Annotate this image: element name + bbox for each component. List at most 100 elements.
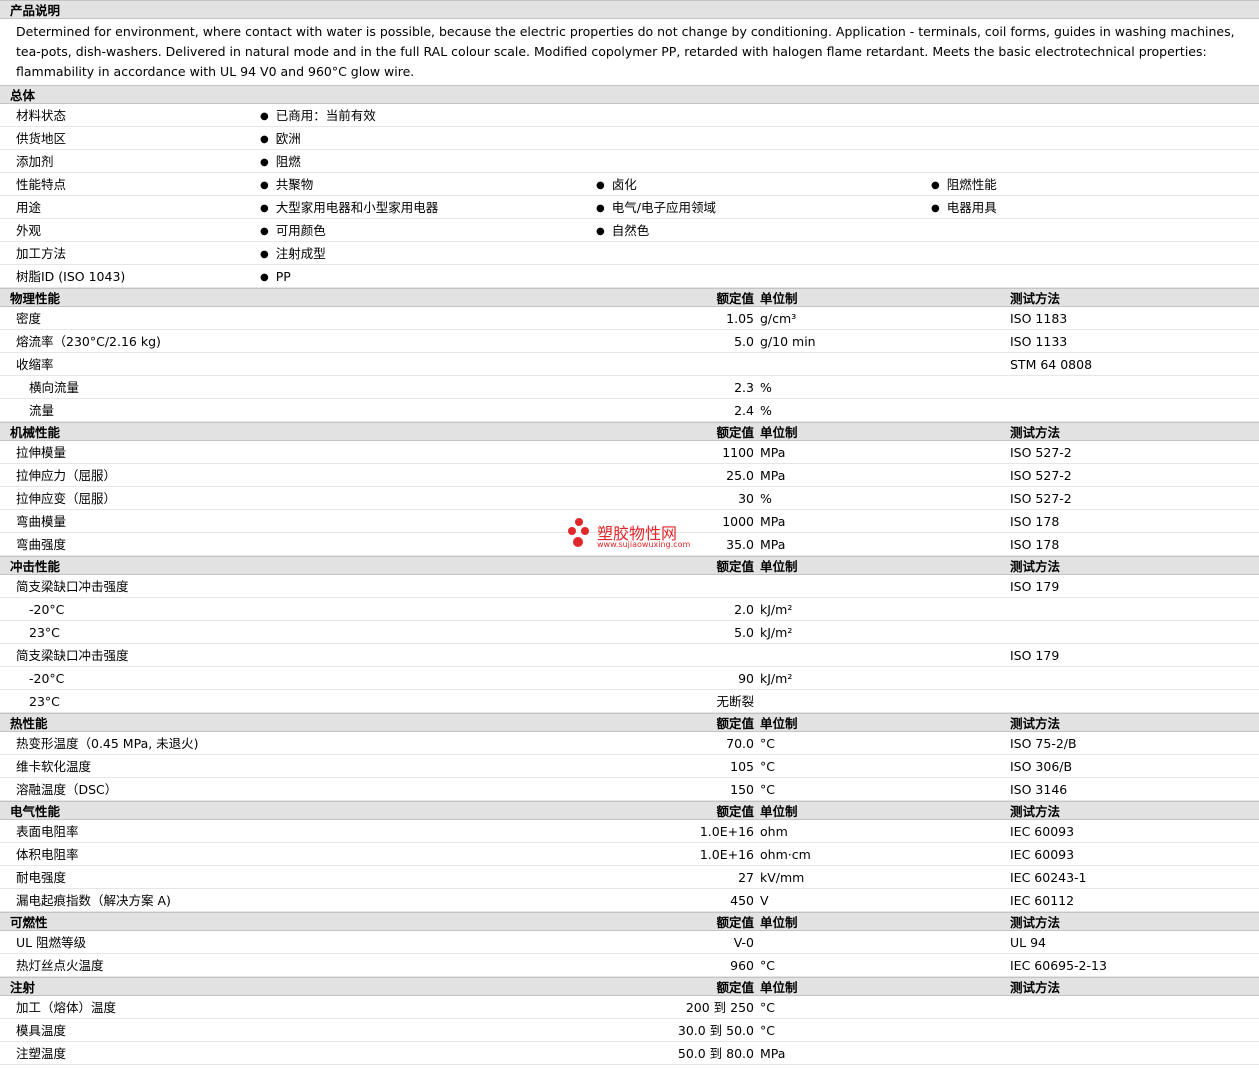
property-row: UL 阻燃等级 V-0 UL 94 [0, 931, 1259, 954]
property-value: 25.0 [726, 468, 754, 483]
property-row: 密度 1.05 g/cm³ ISO 1183 [0, 307, 1259, 330]
property-row: 热灯丝点火温度 960 °C IEC 60695-2-13 [0, 954, 1259, 977]
property-test-method: IEC 60112 [1010, 893, 1075, 908]
property-test-method: ISO 527-2 [1010, 445, 1072, 460]
general-row: 加工方法 注射成型 [0, 242, 1259, 265]
property-label: 弯曲模量 [16, 514, 67, 529]
section-title: 可燃性 [10, 915, 48, 930]
general-row: 添加剂 阻燃 [0, 150, 1259, 173]
property-unit: °C [760, 958, 775, 973]
bullet-item: 已商用：当前有效 [260, 104, 376, 129]
row-label: 用途 [16, 200, 42, 215]
product-description: Determined for environment, where contac… [16, 24, 1235, 79]
header-unit: 单位制 [760, 716, 798, 731]
section-header-description: 产品说明 [0, 0, 1259, 19]
general-row: 树脂ID (ISO 1043) PP [0, 265, 1259, 288]
property-value: 1.05 [726, 311, 754, 326]
section-header-general: 总体 [0, 85, 1259, 104]
property-label: 熔流率（230°C/2.16 kg) [16, 334, 161, 349]
section-header-injection: 注射 额定值 单位制 测试方法 [0, 977, 1259, 996]
header-value: 额定值 [716, 915, 754, 930]
property-row: -20°C 90 kJ/m² [0, 667, 1259, 690]
section-title: 物理性能 [10, 291, 61, 306]
property-label: 漏电起痕指数（解决方案 A) [16, 893, 171, 908]
property-unit: % [760, 380, 772, 395]
property-test-method: ISO 178 [1010, 514, 1060, 529]
header-value: 额定值 [716, 980, 754, 995]
property-unit: °C [760, 736, 775, 751]
section-header-flammability: 可燃性 额定值 单位制 测试方法 [0, 912, 1259, 931]
property-test-method: ISO 527-2 [1010, 468, 1072, 483]
property-unit: kV/mm [760, 870, 805, 885]
property-row: 横向流量 2.3% [0, 376, 1259, 399]
property-value: 30 [738, 491, 754, 506]
bullet-item: 注射成型 [260, 242, 326, 267]
bullet-item: 大型家用电器和小型家用电器 [260, 196, 439, 221]
property-unit: °C [760, 759, 775, 774]
row-label: 添加剂 [16, 154, 54, 169]
property-row: 拉伸应变（屈服） 30% ISO 527-2 [0, 487, 1259, 510]
property-unit: MPa [760, 514, 786, 529]
bullet-item: 可用颜色 [260, 219, 326, 244]
section-title: 机械性能 [10, 425, 61, 440]
bullet-item: 电气/电子应用领域 [596, 196, 716, 221]
header-test-method: 测试方法 [1010, 980, 1061, 995]
property-unit: MPa [760, 537, 786, 552]
property-value: 30.0 到 50.0 [677, 1023, 754, 1038]
property-test-method: UL 94 [1010, 935, 1046, 950]
property-row: 简支梁缺口冲击强度 ISO 179 [0, 575, 1259, 598]
header-unit: 单位制 [760, 980, 798, 995]
property-value: 1.0E+16 [699, 824, 754, 839]
property-label: UL 阻燃等级 [16, 935, 87, 950]
property-test-method: ISO 1183 [1010, 311, 1068, 326]
property-unit: kJ/m² [760, 625, 793, 640]
section-title: 冲击性能 [10, 559, 61, 574]
watermark-logo: 塑胶物性网 www.sujiaowuxing.com [566, 517, 706, 553]
property-row: 拉伸应力（屈服） 25.0 MPa ISO 527-2 [0, 464, 1259, 487]
property-label: -20°C [29, 671, 65, 686]
property-test-method: ISO 3146 [1010, 782, 1068, 797]
property-label: 热变形温度（0.45 MPa, 未退火) [16, 736, 199, 751]
property-unit: kJ/m² [760, 602, 793, 617]
property-value: 1.0E+16 [699, 847, 754, 862]
property-test-method: IEC 60093 [1010, 847, 1075, 862]
watermark-url: www.sujiaowuxing.com [597, 540, 691, 549]
property-value: 150 [730, 782, 754, 797]
general-row: 供货地区 欧洲 [0, 127, 1259, 150]
property-test-method: ISO 527-2 [1010, 491, 1072, 506]
property-row: 熔流率（230°C/2.16 kg) 5.0 g/10 min ISO 1133 [0, 330, 1259, 353]
property-row: 漏电起痕指数（解决方案 A) 450 V IEC 60112 [0, 889, 1259, 912]
property-test-method: STM 64 0808 [1010, 357, 1093, 372]
property-unit: g/10 min [760, 334, 816, 349]
header-value: 额定值 [716, 291, 754, 306]
row-label: 外观 [16, 223, 42, 238]
bullet-item: 阻燃性能 [931, 173, 997, 198]
property-row: 注塑温度 50.0 到 80.0 MPa [0, 1042, 1259, 1065]
property-test-method: ISO 306/B [1010, 759, 1073, 774]
header-value: 额定值 [716, 425, 754, 440]
bullet-item: 电器用具 [931, 196, 997, 221]
property-test-method: ISO 1133 [1010, 334, 1068, 349]
property-label: 表面电阻率 [16, 824, 79, 839]
property-unit: % [760, 491, 772, 506]
header-test-method: 测试方法 [1010, 804, 1061, 819]
bullet-item: 自然色 [596, 219, 650, 244]
property-value: 5.0 [734, 625, 754, 640]
property-row: 体积电阻率 1.0E+16 ohm·cm IEC 60093 [0, 843, 1259, 866]
property-row: 溶融温度（DSC） 150 °C ISO 3146 [0, 778, 1259, 801]
property-row: 维卡软化温度 105 °C ISO 306/B [0, 755, 1259, 778]
property-value: 105 [730, 759, 754, 774]
property-row: 加工（熔体）温度 200 到 250 °C [0, 996, 1259, 1019]
property-unit: ohm [760, 824, 788, 839]
property-row: 模具温度 30.0 到 50.0 °C [0, 1019, 1259, 1042]
bullet-item: 共聚物 [260, 173, 314, 198]
property-row: 23°C 无断裂 [0, 690, 1259, 713]
header-test-method: 测试方法 [1010, 425, 1061, 440]
header-value: 额定值 [716, 716, 754, 731]
section-title: 注射 [10, 980, 36, 995]
property-unit: MPa [760, 468, 786, 483]
property-label: 耐电强度 [16, 870, 67, 885]
property-label: 23°C [29, 694, 60, 709]
bullet-item: 卤化 [596, 173, 637, 198]
general-row: 外观 可用颜色 自然色 [0, 219, 1259, 242]
